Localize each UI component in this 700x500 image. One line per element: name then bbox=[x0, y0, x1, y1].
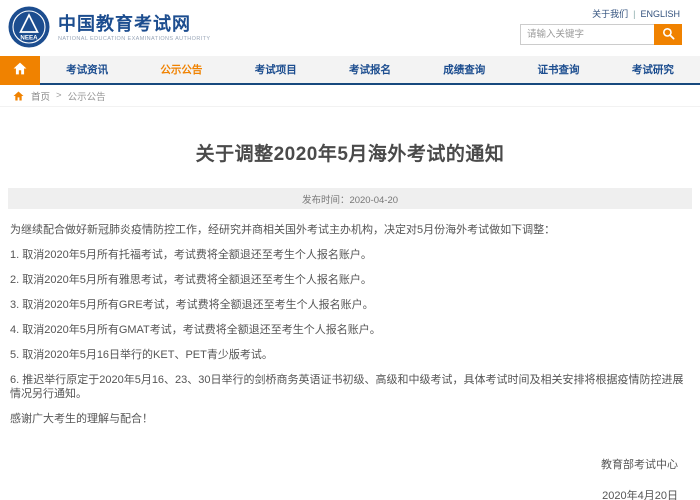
site-logo[interactable]: NEEA 中国教育考试网 NATIONAL EDUCATION EXAMINAT… bbox=[8, 6, 211, 48]
publish-time-bar: 发布时间：2020-04-20 bbox=[8, 188, 692, 209]
top-links: 关于我们 | ENGLISH bbox=[592, 7, 680, 20]
nav-home-button[interactable] bbox=[0, 56, 40, 85]
about-us-link[interactable]: 关于我们 bbox=[592, 9, 628, 19]
nav-item-announcements[interactable]: 公示公告 bbox=[134, 56, 228, 83]
link-separator: | bbox=[633, 9, 635, 19]
search-box bbox=[520, 24, 682, 45]
paragraph-thanks: 感谢广大考生的理解与配合！ bbox=[10, 412, 688, 426]
article: 关于调整2020年5月海外考试的通知 发布时间：2020-04-20 为继续配合… bbox=[0, 139, 700, 500]
main-nav: 考试资讯 公示公告 考试项目 考试报名 成绩查询 证书查询 考试研究 bbox=[0, 56, 700, 85]
paragraph-item-4: 4. 取消2020年5月所有GMAT考试，考试费将全额退还至考生个人报名账户。 bbox=[10, 323, 688, 337]
nav-item-exam-programs[interactable]: 考试项目 bbox=[229, 56, 323, 83]
neea-logo-icon: NEEA bbox=[8, 6, 50, 48]
nav-item-exam-research[interactable]: 考试研究 bbox=[606, 56, 700, 83]
nav-item-score-query[interactable]: 成绩查询 bbox=[417, 56, 511, 83]
nav-item-exam-news[interactable]: 考试资讯 bbox=[40, 56, 134, 83]
article-title: 关于调整2020年5月海外考试的通知 bbox=[0, 139, 700, 166]
site-subtitle: NATIONAL EDUCATION EXAMINATIONS AUTHORIT… bbox=[58, 36, 211, 42]
english-link[interactable]: ENGLISH bbox=[640, 9, 680, 19]
paragraph-item-6: 6. 推迟举行原定于2020年5月16、23、30日举行的剑桥商务英语证书初级、… bbox=[10, 373, 688, 401]
paragraph-item-3: 3. 取消2020年5月所有GRE考试，考试费将全额退还至考生个人报名账户。 bbox=[10, 298, 688, 312]
search-icon bbox=[662, 27, 675, 43]
signature-org: 教育部考试中心 bbox=[0, 456, 678, 472]
site-header: NEEA 中国教育考试网 NATIONAL EDUCATION EXAMINAT… bbox=[0, 0, 700, 56]
paragraph-item-2: 2. 取消2020年5月所有雅思考试，考试费将全额退还至考生个人报名账户。 bbox=[10, 273, 688, 287]
nav-items: 考试资讯 公示公告 考试项目 考试报名 成绩查询 证书查询 考试研究 bbox=[40, 56, 700, 83]
breadcrumb-separator: > bbox=[56, 90, 62, 101]
nav-item-exam-registration[interactable]: 考试报名 bbox=[323, 56, 417, 83]
signature-date: 2020年4月20日 bbox=[0, 487, 678, 500]
site-name: 中国教育考试网 bbox=[58, 13, 211, 35]
nav-item-certificate-query[interactable]: 证书查询 bbox=[511, 56, 605, 83]
search-button[interactable] bbox=[654, 24, 682, 45]
breadcrumb-home-icon bbox=[13, 91, 24, 101]
search-input[interactable] bbox=[520, 24, 654, 45]
svg-text:NEEA: NEEA bbox=[20, 35, 38, 42]
paragraph-item-5: 5. 取消2020年5月16日举行的KET、PET青少版考试。 bbox=[10, 348, 688, 362]
home-icon bbox=[13, 62, 27, 80]
publish-time: 发布时间：2020-04-20 bbox=[302, 192, 398, 206]
paragraph-item-1: 1. 取消2020年5月所有托福考试，考试费将全额退还至考生个人报名账户。 bbox=[10, 248, 688, 262]
breadcrumb-current: 公示公告 bbox=[68, 89, 106, 103]
breadcrumb: 首页 > 公示公告 bbox=[0, 85, 700, 107]
breadcrumb-home-link[interactable]: 首页 bbox=[31, 89, 50, 103]
article-body: 为继续配合做好新冠肺炎疫情防控工作，经研究并商相关国外考试主办机构，决定对5月份… bbox=[0, 209, 700, 426]
paragraph-intro: 为继续配合做好新冠肺炎疫情防控工作，经研究并商相关国外考试主办机构，决定对5月份… bbox=[10, 223, 688, 237]
signature-block: 教育部考试中心 2020年4月20日 bbox=[0, 456, 700, 500]
